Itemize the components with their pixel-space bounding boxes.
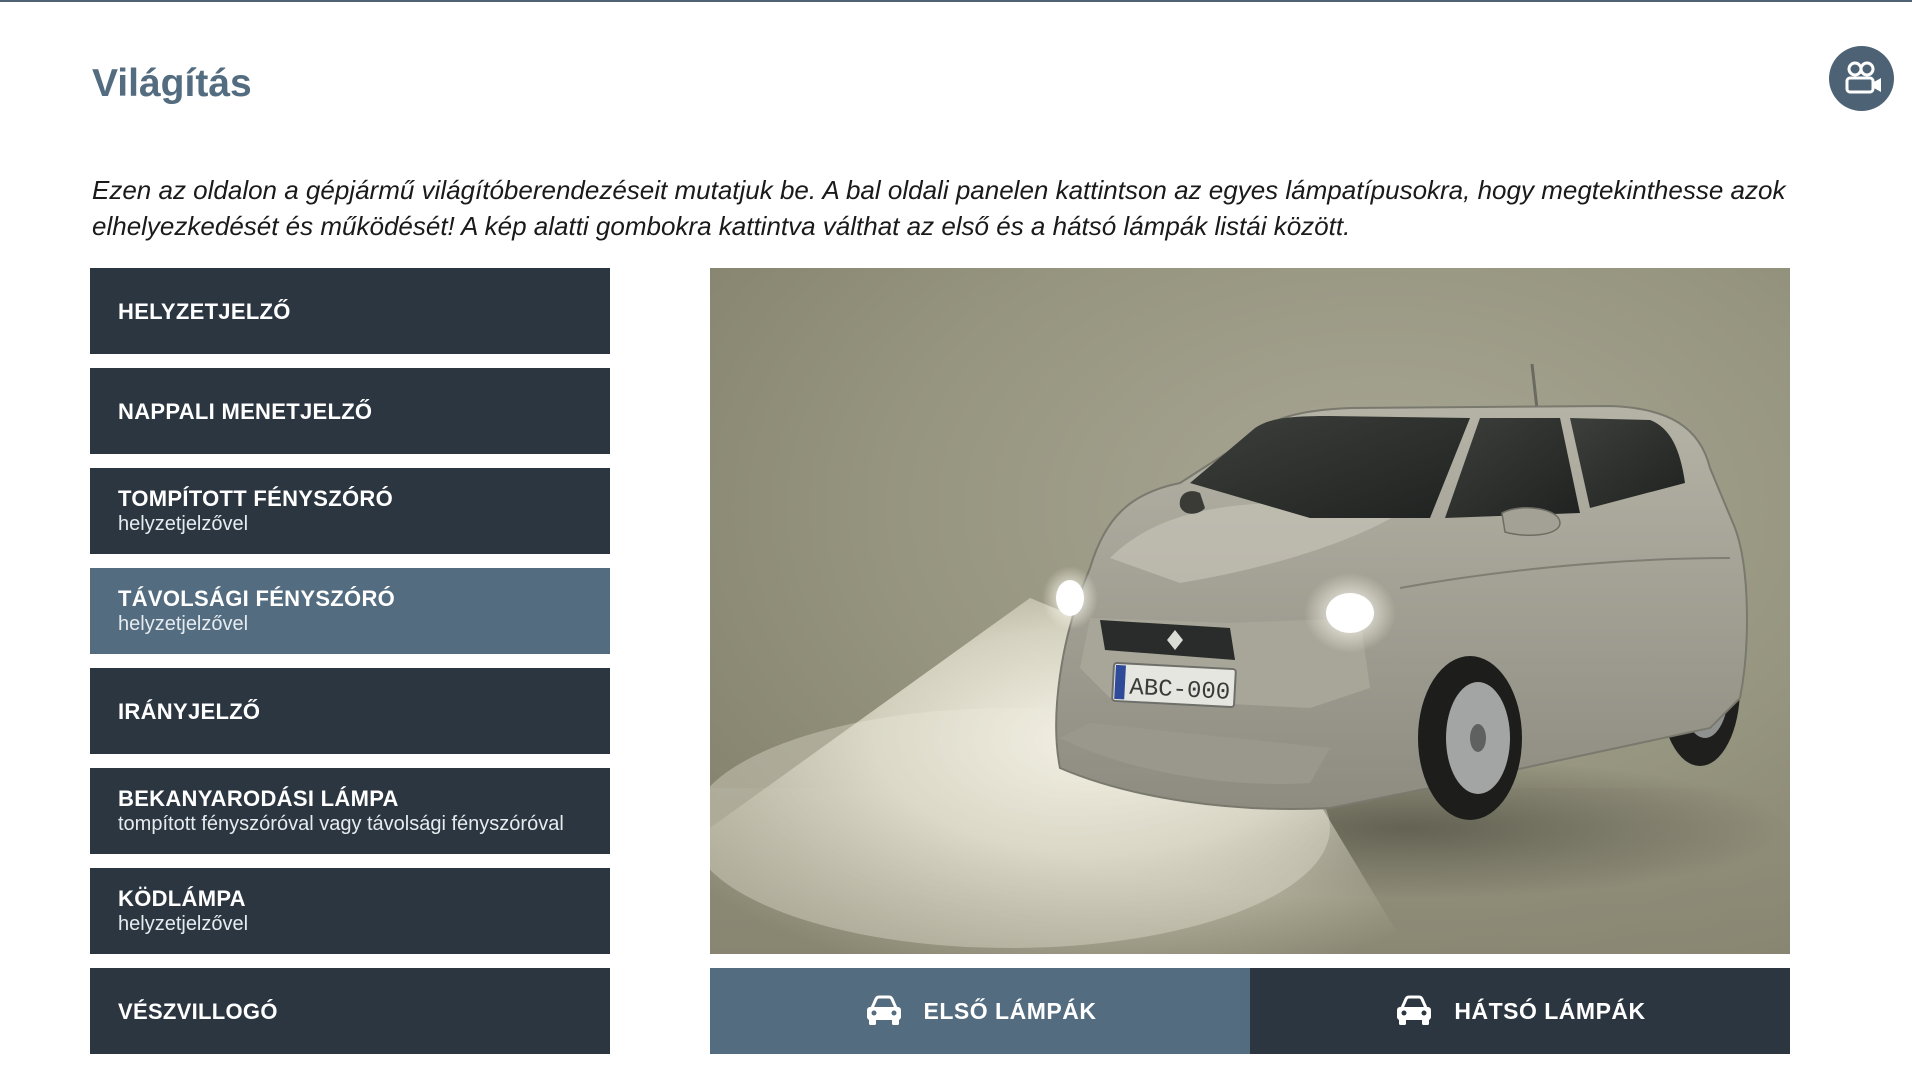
car-view: ABC-000	[710, 268, 1790, 954]
lamp-item-title: KÖDLÁMPA	[118, 886, 246, 911]
lamp-item-title: VÉSZVILLOGÓ	[118, 998, 278, 1024]
lamp-item-subtitle: helyzetjelzővel	[118, 613, 249, 635]
lamp-item-title: BEKANYARODÁSI LÁMPA	[118, 786, 399, 811]
video-call-icon	[1845, 61, 1881, 93]
video-call-button[interactable]	[1829, 46, 1894, 111]
front-lamps-button[interactable]: ELSŐ LÁMPÁK	[710, 968, 1250, 1054]
lamp-item-tompitott-fenyszoro[interactable]: TOMPÍTOTT FÉNYSZÓRÓ helyzetjelzővel	[90, 468, 610, 554]
lamp-item-iranyjelzo[interactable]: IRÁNYJELZŐ	[90, 668, 610, 754]
lamp-item-subtitle: tompított fényszóróval vagy távolsági fé…	[118, 813, 564, 835]
front-lamps-label: ELSŐ LÁMPÁK	[923, 997, 1097, 1024]
lamp-item-subtitle: helyzetjelzővel	[118, 513, 249, 535]
lamp-item-helyzetjelzo[interactable]: HELYZETJELZŐ	[90, 268, 610, 354]
lamp-item-title: TOMPÍTOTT FÉNYSZÓRÓ	[118, 486, 394, 511]
lamp-item-title: NAPPALI MENETJELZŐ	[118, 398, 373, 424]
lamp-item-veszvillogo[interactable]: VÉSZVILLOGÓ	[90, 968, 610, 1054]
lamp-item-nappali-menetjelzo[interactable]: NAPPALI MENETJELZŐ	[90, 368, 610, 454]
car-icon	[866, 995, 901, 1025]
lamp-view-switch: ELSŐ LÁMPÁK HÁTSÓ LÁMPÁK	[710, 968, 1790, 1054]
lamp-item-tavolsagi-fenyszoro[interactable]: TÁVOLSÁGI FÉNYSZÓRÓ helyzetjelzővel	[90, 568, 610, 654]
lamp-item-title: HELYZETJELZŐ	[118, 298, 291, 324]
rear-lamps-button[interactable]: HÁTSÓ LÁMPÁK	[1250, 968, 1790, 1054]
top-border	[0, 0, 1912, 2]
lamp-item-subtitle: helyzetjelzővel	[118, 913, 249, 935]
rear-lamps-label: HÁTSÓ LÁMPÁK	[1454, 997, 1646, 1024]
intro-text: Ezen az oldalon a gépjármű világítóberen…	[92, 175, 1786, 241]
lamp-item-title: IRÁNYJELZŐ	[118, 698, 261, 724]
lamp-list: HELYZETJELZŐ NAPPALI MENETJELZŐ TOMPÍTOT…	[90, 268, 610, 1068]
car-illustration: ABC-000	[710, 268, 1790, 954]
car-icon	[1397, 995, 1432, 1025]
lamp-item-title: TÁVOLSÁGI FÉNYSZÓRÓ	[118, 586, 396, 611]
lamp-item-bekanyarodasi-lampa[interactable]: BEKANYARODÁSI LÁMPA tompított fényszóróv…	[90, 768, 610, 854]
license-plate-text: ABC-000	[1129, 675, 1231, 707]
page-title: Világítás	[92, 62, 252, 105]
lamp-item-kodlampa[interactable]: KÖDLÁMPA helyzetjelzővel	[90, 868, 610, 954]
